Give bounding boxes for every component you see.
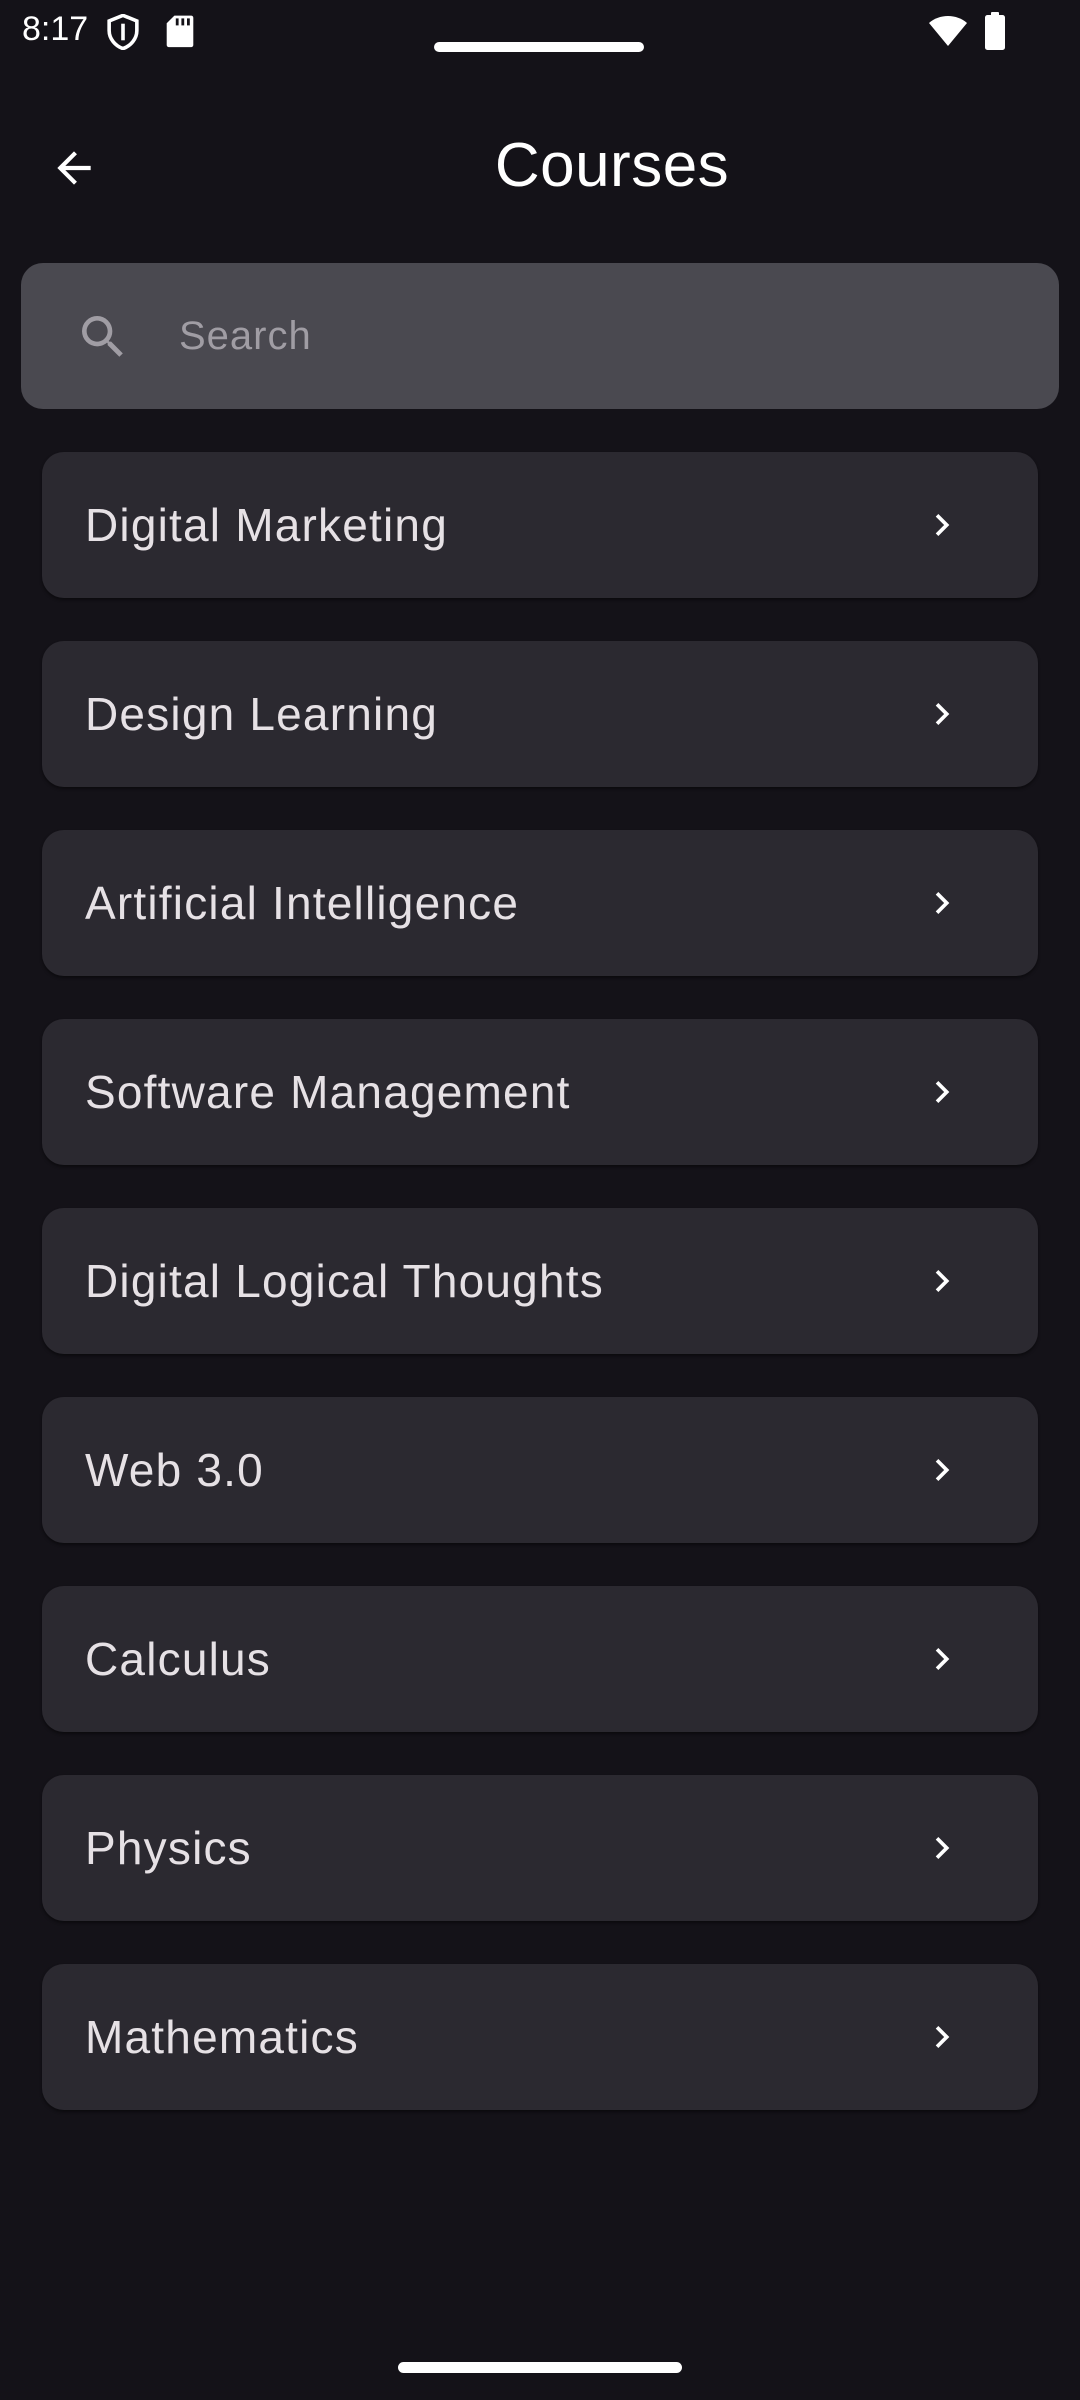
shield-icon bbox=[107, 14, 139, 50]
course-item-digital-marketing[interactable]: Digital Marketing bbox=[42, 452, 1038, 598]
course-item-mathematics[interactable]: Mathematics bbox=[42, 1964, 1038, 2110]
chevron-right-icon bbox=[935, 892, 950, 914]
app-bar: Courses bbox=[0, 100, 1080, 236]
status-handle bbox=[434, 42, 644, 52]
chevron-right-icon bbox=[935, 1837, 950, 1859]
chevron-right-icon bbox=[935, 514, 950, 536]
chevron-right-icon bbox=[935, 1270, 950, 1292]
chevron-right-icon bbox=[935, 2026, 950, 2048]
course-item-calculus[interactable]: Calculus bbox=[42, 1586, 1038, 1732]
chevron-right-icon bbox=[935, 1648, 950, 1670]
chevron-right-icon bbox=[935, 1459, 950, 1481]
search-icon bbox=[82, 316, 123, 357]
course-label: Software Management bbox=[85, 1066, 571, 1118]
course-label: Digital Logical Thoughts bbox=[85, 1255, 604, 1307]
course-label: Physics bbox=[85, 1822, 252, 1874]
status-bar: 8:17 bbox=[0, 0, 1080, 64]
course-label: Mathematics bbox=[85, 2011, 359, 2063]
course-item-digital-logical-thoughts[interactable]: Digital Logical Thoughts bbox=[42, 1208, 1038, 1354]
course-list: Digital Marketing Design Learning Artifi… bbox=[42, 452, 1038, 2153]
course-label: Digital Marketing bbox=[85, 499, 448, 551]
course-item-artificial-intelligence[interactable]: Artificial Intelligence bbox=[42, 830, 1038, 976]
courses-screen: 8:17 Courses Search Digital Marketing De… bbox=[0, 0, 1080, 2400]
gesture-navigation-bar[interactable] bbox=[398, 2362, 682, 2373]
course-label: Design Learning bbox=[85, 688, 439, 740]
course-label: Calculus bbox=[85, 1633, 272, 1685]
course-item-physics[interactable]: Physics bbox=[42, 1775, 1038, 1921]
course-item-software-management[interactable]: Software Management bbox=[42, 1019, 1038, 1165]
wifi-icon bbox=[929, 16, 967, 46]
search-field[interactable] bbox=[21, 263, 1061, 409]
course-label: Web 3.0 bbox=[85, 1444, 264, 1496]
course-item-web-3[interactable]: Web 3.0 bbox=[42, 1397, 1038, 1543]
course-label: Artificial Intelligence bbox=[85, 877, 520, 929]
chevron-right-icon bbox=[935, 703, 950, 725]
page-title: Courses bbox=[0, 130, 1080, 201]
search-input[interactable] bbox=[157, 299, 1061, 373]
sd-card-icon bbox=[166, 15, 194, 48]
course-item-design-learning[interactable]: Design Learning bbox=[42, 641, 1038, 787]
battery-icon bbox=[985, 12, 1005, 50]
page-title-text: Courses bbox=[494, 131, 730, 200]
status-time: 8:17 bbox=[22, 10, 89, 48]
chevron-right-icon bbox=[935, 1081, 950, 1103]
